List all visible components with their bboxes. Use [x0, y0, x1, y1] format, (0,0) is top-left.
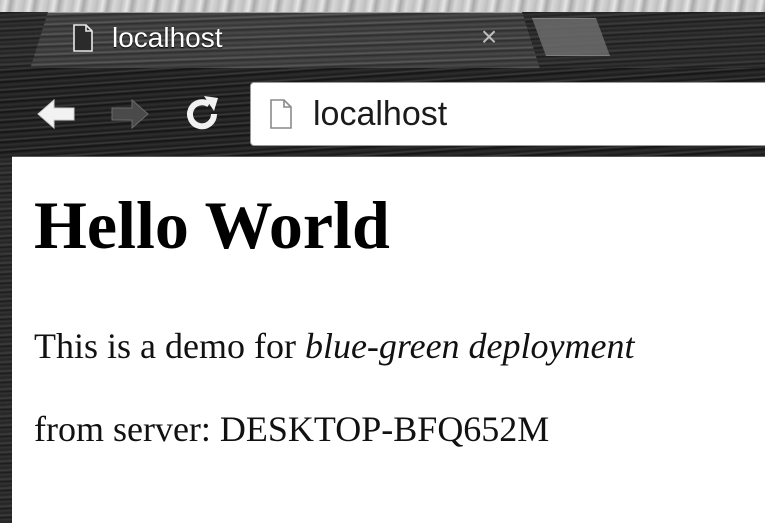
- address-text[interactable]: localhost: [313, 95, 447, 133]
- tab-title: localhost: [112, 22, 223, 53]
- demo-description: This is a demo for blue-green deployment: [34, 325, 635, 367]
- reload-icon[interactable]: [180, 92, 224, 136]
- forward-arrow-icon[interactable]: [108, 92, 152, 136]
- page-title: Hello World: [34, 187, 390, 263]
- close-tab-icon[interactable]: ×: [474, 22, 504, 52]
- browser-window: localhost × localhost Hello World This i…: [0, 0, 765, 523]
- page-viewport: Hello World This is a demo for blue-gree…: [12, 156, 765, 523]
- demo-prefix: This is a demo for: [34, 326, 296, 366]
- page-icon: [270, 99, 292, 129]
- address-bar[interactable]: localhost: [250, 82, 765, 146]
- page-icon: [73, 24, 93, 52]
- window-frame-top: [0, 0, 765, 12]
- browser-toolbar: localhost: [0, 68, 765, 156]
- server-info: from server: DESKTOP-BFQ652M: [34, 409, 550, 449]
- back-arrow-icon[interactable]: [34, 92, 78, 136]
- demo-emphasis: blue-green deployment: [304, 326, 635, 366]
- browser-tab[interactable]: [30, 12, 540, 69]
- new-tab-button[interactable]: [532, 18, 610, 56]
